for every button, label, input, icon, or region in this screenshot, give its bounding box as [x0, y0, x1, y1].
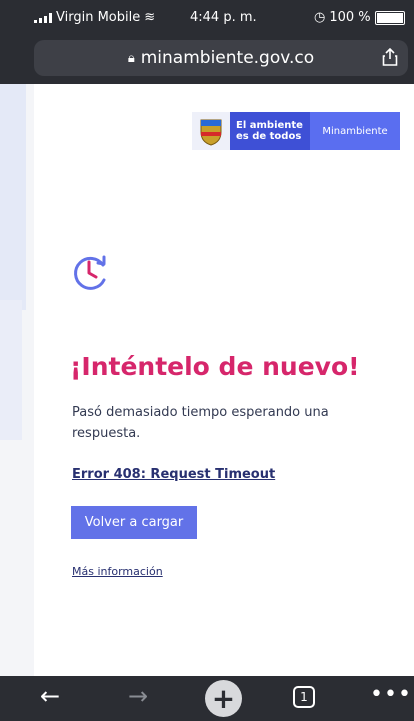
battery-percent: 100 %: [329, 10, 371, 25]
address-bar-container: 🔒︎ minambiente.gov.co: [0, 36, 414, 84]
error-description: Pasó demasiado tiempo esperando una resp…: [72, 405, 329, 441]
status-time: 4:44 p. m.: [190, 10, 257, 25]
browser-toolbar: ← → + 1 •••: [0, 676, 414, 721]
slogan-line-1: El ambiente: [236, 120, 303, 131]
background-watermark: [0, 300, 22, 440]
new-tab-plus-icon[interactable]: +: [205, 680, 242, 717]
web-page: El ambiente es de todos Minambiente ¡Int…: [34, 84, 414, 676]
lock-icon: 🔒︎: [127, 50, 135, 66]
wifi-icon: ≋: [144, 10, 156, 25]
error-code-link[interactable]: Error 408: Request Timeout: [72, 467, 275, 482]
status-bar: Virgin Mobile ≋ 4:44 p. m. ◷ 100 %: [0, 0, 414, 36]
more-menu-icon[interactable]: •••: [370, 682, 412, 707]
share-icon[interactable]: [382, 47, 398, 70]
colombia-seal-icon: [192, 112, 230, 150]
error-title: ¡Inténtelo de nuevo!: [70, 352, 360, 381]
more-info-link[interactable]: Más información: [72, 565, 163, 578]
battery-icon: [374, 10, 405, 25]
reload-button[interactable]: Volver a cargar: [71, 506, 197, 539]
address-bar[interactable]: 🔒︎ minambiente.gov.co: [34, 40, 408, 76]
brand-slogan: El ambiente es de todos: [230, 112, 310, 150]
tab-count-button[interactable]: 1: [293, 686, 315, 708]
url-text: minambiente.gov.co: [140, 48, 315, 68]
carrier-info: Virgin Mobile ≋: [34, 10, 155, 25]
clock-refresh-icon: [74, 255, 106, 290]
battery-info: ◷ 100 %: [314, 10, 405, 25]
alarm-icon: ◷: [314, 10, 326, 25]
ministry-name: Minambiente: [310, 112, 400, 150]
forward-arrow-icon[interactable]: →: [128, 682, 148, 710]
signal-icon: [34, 12, 52, 23]
government-banner: El ambiente es de todos Minambiente: [192, 112, 400, 150]
back-arrow-icon[interactable]: ←: [40, 682, 60, 710]
background-watermark: [0, 60, 26, 310]
slogan-line-2: es de todos: [236, 131, 302, 142]
carrier-name: Virgin Mobile: [56, 10, 141, 25]
